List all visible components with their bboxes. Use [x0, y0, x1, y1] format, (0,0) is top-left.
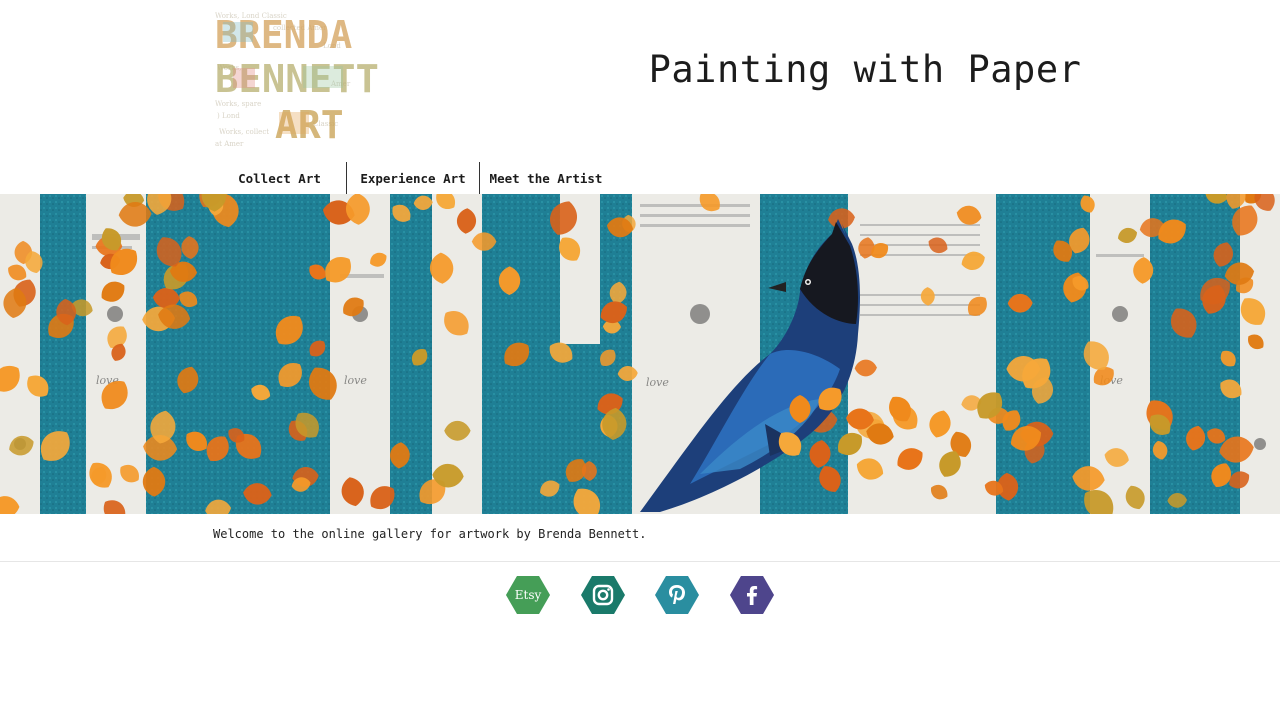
site-logo[interactable]: Works, Lond Classic collected Amer Lond … — [213, 8, 381, 156]
svg-text:Etsy: Etsy — [515, 588, 542, 602]
instagram-link[interactable] — [581, 574, 625, 616]
hero-script-2: love — [344, 374, 367, 387]
nav-item-meet-the-artist[interactable]: Meet the Artist — [479, 162, 612, 194]
svg-text:Works, spare: Works, spare — [215, 100, 261, 108]
pinterest-icon — [655, 576, 699, 614]
social-links: Etsy — [0, 574, 1280, 616]
instagram-icon — [581, 576, 625, 614]
etsy-icon: Etsy — [506, 576, 550, 614]
nav-item-experience-art[interactable]: Experience Art — [346, 162, 479, 194]
nav-item-collect-art[interactable]: Collect Art — [213, 162, 346, 194]
etsy-link[interactable]: Etsy — [506, 574, 550, 616]
svg-text:Works, collect: Works, collect — [219, 128, 269, 136]
hero-script-3: love — [646, 376, 669, 389]
hero-artwork: love love love love — [0, 194, 1280, 514]
logo-image: Works, Lond Classic collected Amer Lond … — [213, 8, 381, 156]
site-title: Painting with Paper — [648, 48, 1082, 91]
main-nav: Collect Art Experience Art Meet the Arti… — [213, 162, 612, 194]
pinterest-link[interactable] — [655, 574, 699, 616]
section-divider — [0, 561, 1280, 562]
welcome-text: Welcome to the online gallery for artwor… — [213, 527, 647, 541]
svg-text:at Amer: at Amer — [215, 140, 244, 148]
hero-banner: love love love love — [0, 194, 1280, 514]
facebook-link[interactable] — [730, 574, 774, 616]
facebook-icon — [730, 576, 774, 614]
svg-text:) Lond: ) Lond — [217, 112, 240, 120]
